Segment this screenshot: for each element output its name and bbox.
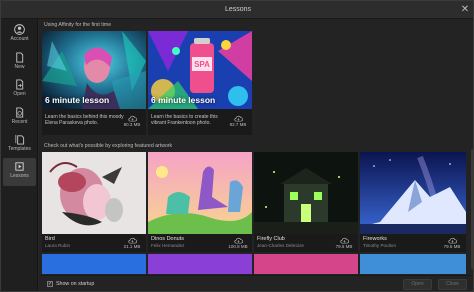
cloud-download-icon — [233, 237, 243, 244]
artwork-author: Jean-Charles Debroize — [257, 243, 304, 248]
lessons-window: Lessons ✕ Account New Open Recent Templa… — [0, 0, 474, 292]
artwork-card[interactable]: Bird Laura Rubin 21.1 MB — [42, 152, 146, 252]
sidebar-item-label: Account — [10, 36, 29, 42]
download-size: 82.7 MB — [229, 122, 247, 127]
new-document-icon — [16, 52, 24, 63]
lessons-section-title: Using Affinity for the first time — [44, 22, 112, 28]
lesson-duration-badge: 6 minute lesson — [151, 95, 216, 105]
cloud-download-icon — [127, 237, 137, 244]
window-title: Lessons — [224, 6, 252, 13]
download-button[interactable]: 82.7 MB — [227, 115, 249, 127]
lesson-description: Learn the basics to create this vibrant … — [151, 114, 218, 126]
sidebar-item-label: Open — [13, 91, 26, 97]
artwork-card[interactable]: Dinos Donuts Felix Hernandez 100.8 MB — [148, 152, 252, 252]
open-folder-icon — [16, 79, 24, 90]
footer-bar: ✓ Show on startup Open Close — [39, 275, 473, 291]
sidebar-item-label: Recent — [11, 119, 28, 125]
artwork-thumbnail-dinos — [148, 152, 252, 234]
sidebar: Account New Open Recent Templates Lesson… — [1, 19, 38, 291]
sidebar-item-templates[interactable]: Templates — [3, 131, 36, 159]
sidebar-item-label: Templates — [8, 146, 31, 152]
open-button[interactable]: Open — [403, 279, 432, 290]
artwork-author: Laura Rubin — [45, 243, 71, 248]
account-icon — [14, 24, 25, 35]
download-button[interactable]: 100.8 MB — [227, 237, 249, 249]
artwork-thumbnail-firefly — [254, 152, 358, 234]
download-size: 80.3 MB — [123, 122, 141, 127]
download-size: 100.8 MB — [228, 244, 248, 249]
download-button[interactable]: 79.6 MB — [333, 237, 355, 249]
next-row-thumbnails — [42, 254, 466, 274]
download-button[interactable]: 80.3 MB — [121, 115, 143, 127]
cloud-download-icon — [127, 115, 137, 122]
artwork-name: Firefly Club — [257, 236, 285, 242]
templates-icon — [15, 134, 25, 145]
artwork-card[interactable]: Firefly Club Jean-Charles Debroize 79.6 … — [254, 152, 358, 252]
lesson-card[interactable]: 6 minute lesson Learn the basics behind … — [42, 31, 146, 135]
download-size: 79.6 MB — [443, 244, 461, 249]
cloud-download-icon — [339, 237, 349, 244]
sidebar-item-account[interactable]: Account — [3, 21, 36, 49]
artwork-name: Dinos Donuts — [151, 236, 185, 242]
artwork-thumbnail-bird — [42, 152, 146, 234]
cloud-download-icon — [447, 237, 457, 244]
artwork-author: Felix Hernandez — [151, 243, 185, 248]
main-panel: Using Affinity for the first time 6 minu… — [39, 19, 473, 291]
download-button[interactable]: 79.6 MB — [441, 237, 463, 249]
sidebar-item-label: Lessons — [10, 173, 29, 179]
sidebar-item-label: New — [14, 64, 25, 70]
recent-clock-icon — [16, 107, 24, 118]
lesson-description: Learn the basics behind this moody Elena… — [45, 114, 124, 126]
close-button[interactable]: Close — [438, 279, 467, 290]
download-size: 79.6 MB — [335, 244, 353, 249]
artwork-name: Bird — [45, 236, 55, 242]
download-button[interactable]: 21.1 MB — [121, 237, 143, 249]
artwork-section-title: Check out what's possible by exploring f… — [44, 143, 173, 149]
artwork-name: Fireworks — [363, 236, 387, 242]
lessons-icon — [15, 162, 24, 171]
cloud-download-icon — [233, 115, 243, 122]
title-bar: Lessons ✕ — [1, 1, 473, 19]
artwork-thumbnail-fireworks — [360, 152, 466, 234]
sidebar-item-recent[interactable]: Recent — [3, 104, 36, 132]
sidebar-item-new[interactable]: New — [3, 49, 36, 77]
artwork-card[interactable]: Fireworks Timothy Poulton 79.6 MB — [360, 152, 466, 252]
show-on-startup-label: Show on startup — [56, 281, 95, 287]
sidebar-item-lessons[interactable]: Lessons — [3, 158, 36, 186]
lesson-card[interactable]: SPA 6 minute lesson Learn the basics to … — [148, 31, 252, 135]
svg-text:SPA: SPA — [194, 60, 210, 69]
sidebar-item-open[interactable]: Open — [3, 76, 36, 104]
download-size: 21.1 MB — [123, 244, 141, 249]
show-on-startup-checkbox[interactable]: ✓ — [47, 281, 53, 287]
artwork-author: Timothy Poulton — [363, 243, 397, 248]
lesson-duration-badge: 6 minute lesson — [45, 95, 110, 105]
close-icon[interactable]: ✕ — [459, 4, 471, 16]
